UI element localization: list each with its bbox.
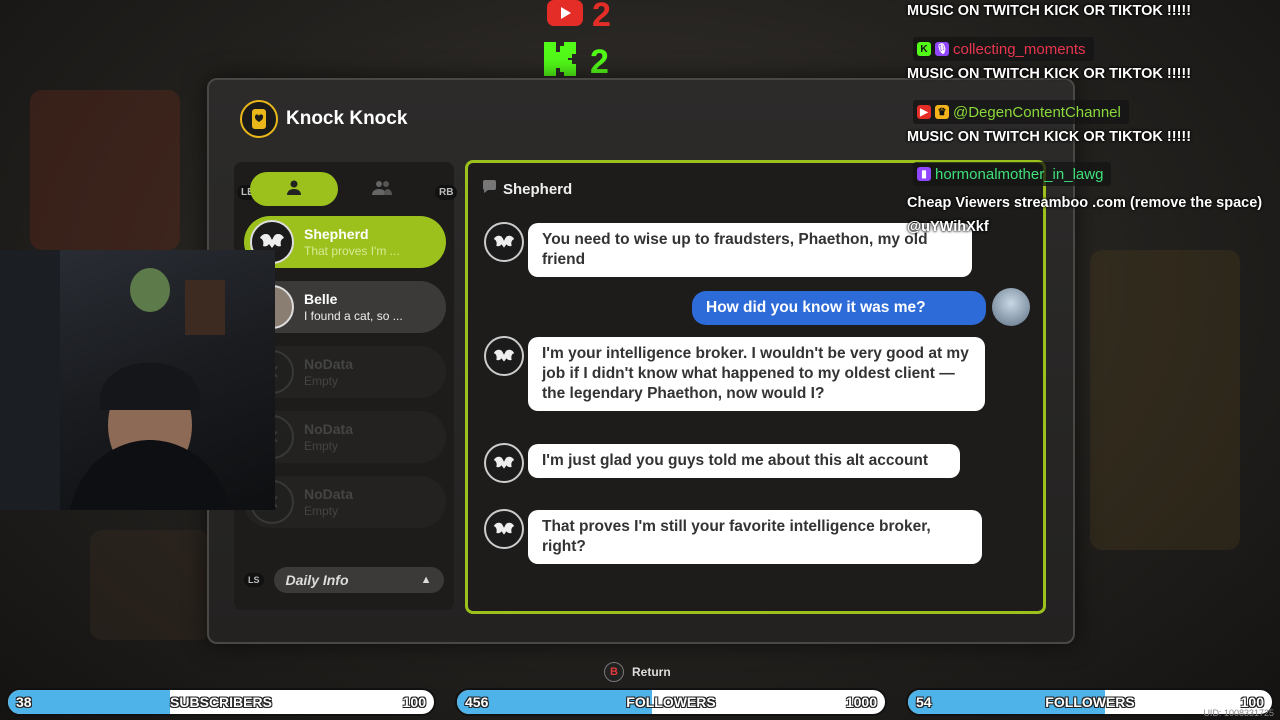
contact-name: Belle [304,291,338,307]
youtube-count: 2 [592,0,611,34]
goal-target: 100 [402,694,426,710]
return-control[interactable]: B Return [604,662,671,682]
conversation-header: Shepherd [482,180,572,199]
background-decoration [90,530,210,640]
conversation-contact-name: Shepherd [503,181,573,198]
chat-username: collecting_moments [953,40,1086,58]
mic-icon: 🎙 [935,42,949,56]
shepherd-avatar [484,509,524,549]
tab-group-contacts[interactable] [338,172,426,206]
caret-up-icon: ▲ [420,574,432,586]
goal-target: 1000 [845,694,877,710]
crown-icon: ♛ [935,105,949,119]
message-bubble: That proves I'm still your favorite inte… [528,510,982,564]
chat-bubble-icon [482,180,497,199]
goal-label: SUBSCRIBERS [170,694,272,710]
kick-counter: 2 [542,40,609,83]
app-title: Knock Knock [286,108,408,129]
subscriber-goal-bar: 38 SUBSCRIBERS 100 [6,688,436,716]
chat-message: MUSIC ON TWITCH KICK OR TIKTOK !!!!! [907,66,1192,82]
background-decoration [30,90,180,250]
chat-username: hormonalmother_in_lawg [935,165,1104,183]
twitch-icon: ▮ [917,167,931,181]
chat-message: Cheap Viewers streamboo .com (remove the… [907,195,1263,235]
shepherd-avatar [484,443,524,483]
daily-info-row: LS Daily Info ▲ [244,566,446,594]
kick-icon [542,40,582,83]
b-button-icon: B [604,662,624,682]
message-bubble: I'm your intelligence broker. I wouldn't… [528,337,985,411]
chat-username-twitch: ▮ hormonalmother_in_lawg [913,162,1112,186]
shepherd-avatar [484,336,524,376]
ls-hint: LS [244,573,264,587]
contact-name: Shepherd [304,226,369,242]
tab-single-contact[interactable] [250,172,338,206]
shepherd-avatar [484,222,524,262]
contact-preview: Empty [304,374,339,388]
youtube-counter: 2 [546,0,611,32]
contact-name: NoData [304,421,354,437]
chat-username-youtube: ▶ ♛ @DegenContentChannel [913,100,1129,124]
chat-username-kick: K 🎙 collecting_moments [913,37,1094,61]
contact-preview: I found a cat, so ... [304,309,403,323]
webcam-feed [0,250,275,510]
follower-goal-bar: 456 FOLLOWERS 1000 [455,688,887,716]
app-header: Knock Knock [240,100,407,138]
contact-preview: Empty [304,504,339,518]
chat-message: MUSIC ON TWITCH KICK OR TIKTOK !!!!! [907,129,1192,145]
contact-preview: That proves I'm ... [304,244,400,258]
my-avatar [992,288,1030,326]
youtube-icon: ▶ [917,105,931,119]
chat-username: @DegenContentChannel [953,103,1121,121]
daily-info-label: Daily Info [285,572,349,588]
kick-icon: K [917,42,931,56]
group-icon [371,179,393,200]
phone-icon [240,100,278,138]
contact-name: NoData [304,486,354,502]
contact-name: NoData [304,356,354,372]
chat-message: MUSIC ON TWITCH KICK OR TIKTOK !!!!! [907,3,1192,19]
contact-preview: Empty [304,439,339,453]
daily-info-button[interactable]: Daily Info ▲ [273,567,444,593]
uid-text: UID: 1008331725 [1203,708,1274,718]
contact-tabs [250,172,426,206]
rb-hint: RB [435,185,458,200]
person-icon [286,179,302,200]
background-decoration [1090,250,1240,550]
goal-label: FOLLOWERS [626,694,716,710]
message-bubble: I'm just glad you guys told me about thi… [528,444,960,478]
message-bubble: You need to wise up to fraudsters, Phaet… [528,223,972,277]
my-message-bubble: How did you know it was me? [692,291,986,325]
kick-count: 2 [590,42,609,81]
youtube-icon [546,0,584,32]
return-label: Return [632,665,671,679]
